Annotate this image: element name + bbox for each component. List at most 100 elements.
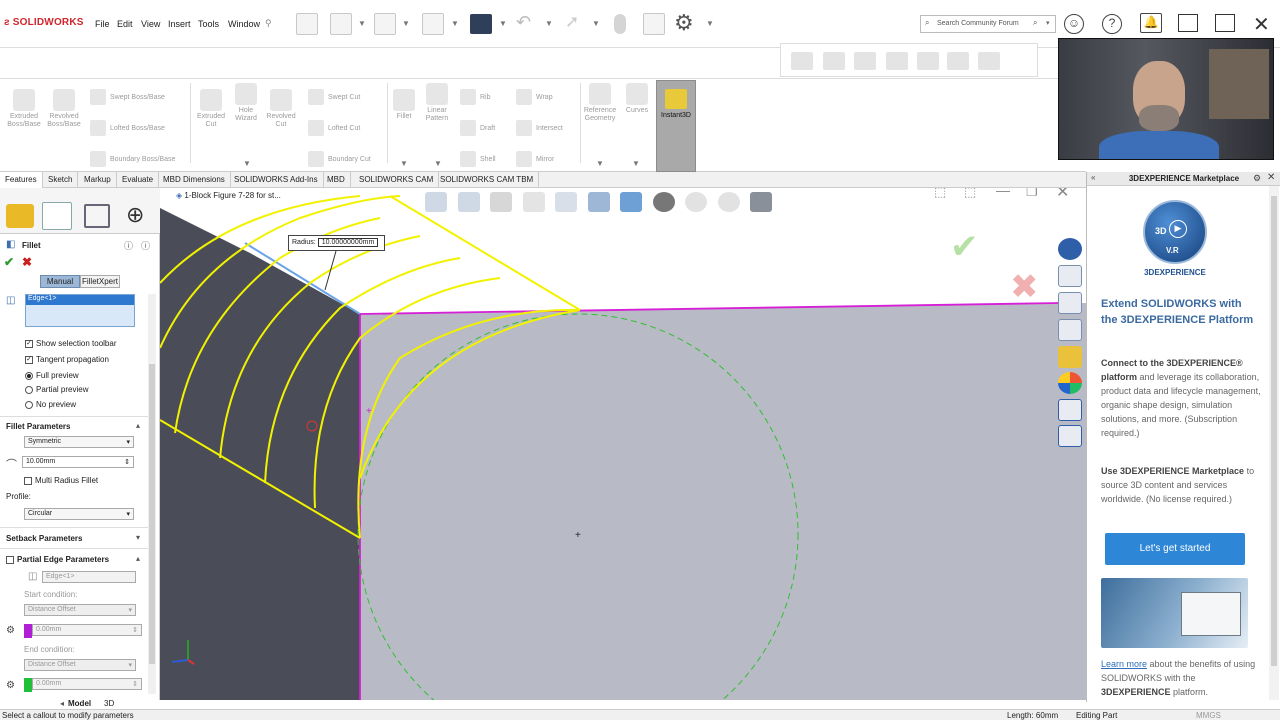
view-orientation-icon[interactable] (587, 192, 610, 212)
section-view-icon[interactable] (522, 192, 545, 212)
lofted-boss-button[interactable]: Lofted Boss/Base (90, 120, 165, 136)
linear-pattern-button[interactable]: Linear Pattern (420, 83, 454, 123)
maximize-icon[interactable] (1215, 14, 1235, 32)
instant3d-button[interactable]: Instant3D (656, 80, 696, 172)
multi-radius-checkbox[interactable]: Multi Radius Fillet (24, 476, 98, 485)
chevron-down-icon[interactable]: ▼ (592, 19, 600, 28)
file-properties-icon[interactable] (643, 13, 665, 35)
zoom-to-area-icon[interactable] (457, 192, 480, 212)
toolbar-icon[interactable] (823, 52, 845, 70)
file-explorer-icon[interactable] (1058, 319, 1082, 341)
property-manager-icon[interactable] (42, 202, 72, 230)
help-icon[interactable]: ? (1102, 14, 1122, 34)
partial-edge-field[interactable]: Edge<1> (42, 571, 136, 583)
apply-scene-icon[interactable] (717, 192, 740, 212)
hide-show-icon[interactable] (652, 192, 675, 212)
tab-sketch[interactable]: Sketch (43, 172, 79, 188)
home-icon[interactable] (1058, 265, 1082, 287)
tangent-propagation-checkbox[interactable]: ✓ Tangent propagation (25, 355, 109, 364)
chevron-down-icon[interactable]: ▾ (136, 533, 140, 542)
partial-preview-radio[interactable]: Partial preview (25, 385, 88, 394)
configuration-manager-icon[interactable] (84, 204, 110, 228)
tab-manual[interactable]: Manual (40, 275, 80, 288)
selected-edge-item[interactable]: Edge<1> (26, 295, 134, 305)
no-preview-radio[interactable]: No preview (25, 400, 76, 409)
rebuild-icon[interactable] (614, 14, 626, 34)
tab-mbd[interactable]: MBD (322, 172, 351, 188)
tile-window-icon[interactable]: ⬚ (934, 188, 946, 200)
lets-get-started-button[interactable]: Let's get started (1105, 533, 1245, 565)
minimize-icon[interactable]: — (996, 188, 1010, 198)
revolved-boss-button[interactable]: Revolved Boss/Base (44, 89, 84, 129)
radius-input[interactable]: 10.00mm ⇕ (22, 456, 134, 468)
view-settings-icon[interactable] (750, 192, 773, 212)
chevron-down-icon[interactable]: ▼ (402, 19, 410, 28)
chevron-down-icon[interactable]: ▼ (596, 159, 604, 168)
toolbar-icon[interactable] (791, 52, 813, 70)
previous-view-icon[interactable] (490, 192, 513, 212)
menu-tools[interactable]: Tools (198, 19, 219, 29)
revolved-cut-button[interactable]: Revolved Cut (264, 89, 298, 129)
swept-boss-button[interactable]: Swept Boss/Base (90, 89, 165, 105)
full-preview-radio[interactable]: Full preview (25, 371, 79, 380)
toolbar-icon[interactable] (886, 52, 908, 70)
tab-mbd-dimensions[interactable]: MBD Dimensions (158, 172, 231, 188)
new-window-icon[interactable]: ⬚ (964, 188, 976, 200)
draft-button[interactable]: Draft (460, 120, 495, 136)
menu-file[interactable]: File (95, 19, 110, 29)
chevron-down-icon[interactable]: ▼ (451, 19, 459, 28)
chevron-down-icon[interactable]: ▼ (358, 19, 366, 28)
tab-addins[interactable]: SOLIDWORKS Add-Ins (229, 172, 324, 188)
show-selection-toolbar-checkbox[interactable]: ✓ Show selection toolbar (25, 339, 117, 348)
open-icon[interactable] (374, 13, 396, 35)
chevron-down-icon[interactable]: ▼ (632, 159, 640, 168)
design-library-icon[interactable] (1058, 292, 1082, 314)
callout-value[interactable]: 10.00000000mm (317, 238, 379, 247)
status-units[interactable]: MMGS (1196, 711, 1221, 720)
task-pane-scrollbar-thumb[interactable] (1271, 196, 1277, 666)
rib-button[interactable]: Rib (460, 89, 491, 105)
undo-icon[interactable]: ↶ (516, 12, 531, 33)
dynamic-annotation-icon[interactable] (555, 192, 578, 212)
chevron-down-icon[interactable]: ▼ (499, 19, 507, 28)
toolbar-icon[interactable] (854, 52, 876, 70)
confirm-check-icon[interactable]: ✔ (950, 227, 979, 267)
chevron-down-icon[interactable]: ▼ (243, 159, 251, 168)
setback-parameters-title[interactable]: Setback Parameters (6, 534, 83, 543)
mirror-button[interactable]: Mirror (516, 151, 554, 167)
new-document-icon[interactable] (330, 13, 352, 35)
chevron-down-icon[interactable]: ▼ (545, 19, 553, 28)
intersect-button[interactable]: Intersect (516, 120, 563, 136)
bell-icon[interactable]: 🔔 (1140, 13, 1162, 33)
fillet-method-select[interactable]: Symmetric ▾ (24, 436, 134, 448)
tab-features[interactable]: Features (0, 172, 43, 188)
reference-geometry-button[interactable]: Reference Geometry (582, 83, 618, 123)
chevron-down-icon[interactable]: ▼ (434, 159, 442, 168)
extruded-boss-button[interactable]: Extruded Boss/Base (4, 89, 44, 129)
hole-wizard-button[interactable]: Hole Wizard (229, 83, 263, 123)
menu-window[interactable]: Window (228, 19, 260, 29)
shell-button[interactable]: Shell (460, 151, 496, 167)
start-offset-input[interactable]: 0.00mm ⇕ (32, 624, 142, 636)
chevron-down-icon[interactable]: ▼ (400, 159, 408, 168)
menu-view[interactable]: View (141, 19, 160, 29)
restore-icon[interactable] (1178, 14, 1198, 32)
pin-icon[interactable]: ⚲ (265, 18, 272, 29)
save-icon[interactable] (422, 13, 444, 35)
appearances-icon[interactable] (1058, 372, 1082, 394)
ok-check-icon[interactable]: ✔ (4, 255, 14, 269)
chevron-down-icon[interactable]: ▼ (706, 19, 714, 28)
menu-insert[interactable]: Insert (168, 19, 191, 29)
feature-tree-flyout[interactable]: ◈ 1-Block Figure 7-28 for st... (176, 191, 281, 200)
display-style-icon[interactable] (620, 192, 643, 212)
gear-icon[interactable]: ⚙ (674, 10, 694, 36)
boundary-boss-button[interactable]: Boundary Boss/Base (90, 151, 175, 167)
fillet-button[interactable]: Fillet (390, 89, 418, 121)
help-icon[interactable]: ⓘ (141, 239, 150, 252)
forum-icon[interactable] (1058, 425, 1082, 447)
home-icon[interactable] (296, 13, 318, 35)
collapse-chevron-icon[interactable]: « (1091, 173, 1095, 182)
profile-select[interactable]: Circular ▾ (24, 508, 134, 520)
edit-appearance-icon[interactable] (685, 192, 708, 212)
gear-icon[interactable]: ⚙ (1253, 173, 1261, 184)
